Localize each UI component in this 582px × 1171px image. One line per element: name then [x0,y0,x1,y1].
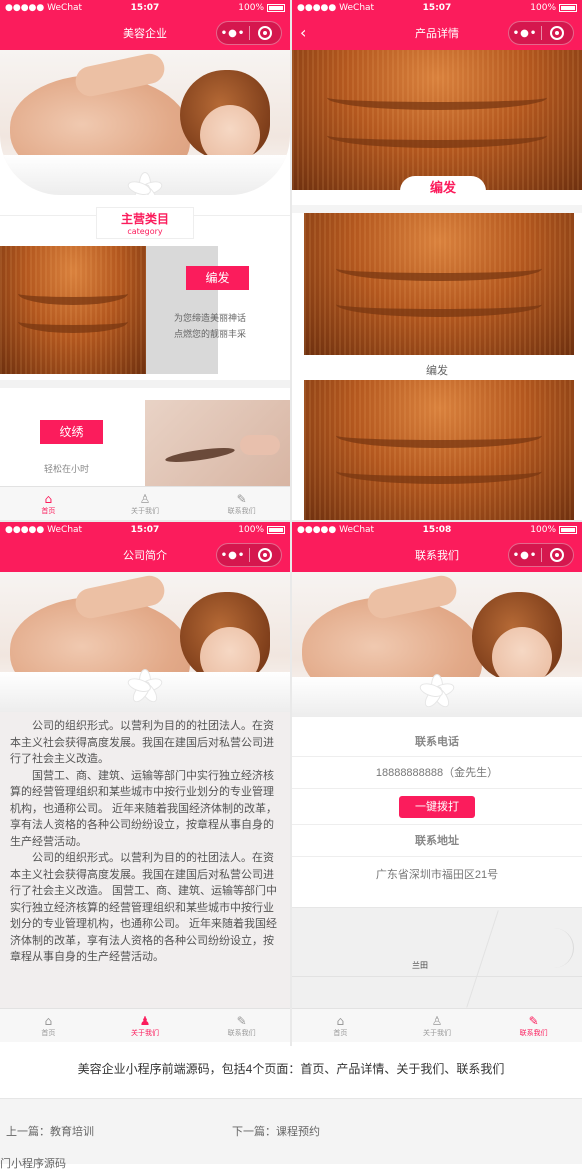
nav-bar: 联系我们 •●• [292,538,582,572]
page-title: 产品详情 [415,27,459,40]
about-paragraph: 国营工、商、建筑、运输等部门中实行独立经济核算的经营管理组织和某些城市中按行业划… [10,769,278,848]
tab-contact[interactable]: ✎ 联系我们 [193,1009,290,1042]
category-desc-line2: 点燃您的靓丽丰采 [174,329,247,339]
product-caption: 编发 [426,364,448,377]
more-icon[interactable]: •●• [509,550,541,561]
user-icon: ♙ [431,1013,443,1028]
about-paragraph: 公司的组织形式。以营利为目的的社团法人。在资本主义社会获得高度发展。我国在建国后… [10,720,274,765]
call-button[interactable]: 一键拨打 [399,795,475,818]
phone-heading: 联系电话 [292,727,582,757]
product-image[interactable] [304,213,574,355]
address-heading: 联系地址 [292,825,582,857]
about-body: 公司的组织形式。以营利为目的的社团法人。在资本主义社会获得高度发展。我国在建国后… [0,712,290,1008]
close-icon[interactable] [542,548,573,562]
tab-about[interactable]: ♟ 关于我们 [97,1009,194,1042]
battery-icon [267,4,285,12]
clock: 15:07 [130,3,160,13]
screen-contact: ●●●●● WeChat 15:08 100% 联系我们 •●• 联系电话 18… [292,522,582,1042]
category-label: 纹绣 [40,420,103,444]
close-icon[interactable] [542,26,573,40]
user-icon: ♙ [139,491,151,506]
tab-about[interactable]: ♙ 关于我们 [389,1009,486,1042]
more-icon[interactable]: •●• [217,550,249,561]
section-subtitle: category [127,227,163,236]
close-icon[interactable] [250,548,281,562]
clock: 15:07 [422,3,452,13]
more-icon[interactable]: •●• [217,28,249,39]
page-title: 联系我们 [415,549,459,562]
product-image[interactable] [304,380,574,520]
page-title: 美容企业 [123,27,167,40]
banner-image [0,50,290,195]
tab-home[interactable]: ⌂ 首页 [0,487,97,520]
section-heading: 主营类目 category [96,207,194,239]
category-card-braid[interactable]: 编发 为您缔造美丽神话 点燃您的靓丽丰采 [0,246,290,374]
home-icon: ⌂ [44,1013,53,1028]
banner-image [0,572,290,712]
back-icon[interactable]: ‹ [300,24,318,42]
status-bar: ●●●●● WeChat 15:07 100% [0,0,290,16]
category-desc-line1: 为您缔造美丽神话 [174,313,247,323]
battery-icon [559,4,577,12]
address-value: 广东省深圳市福田区21号 [375,869,499,881]
tab-bar: ⌂ 首页 ♟ 关于我们 ✎ 联系我们 [0,1008,290,1042]
nav-bar: ‹ 产品详情 •●• [292,16,582,50]
next-post-link[interactable]: 下一篇：课程预约 [232,1123,320,1139]
clock: 15:08 [422,525,452,535]
post-navigation: 上一篇：教育培训 下一篇：课程预约 门小程序源码 [0,1098,582,1170]
mini-program-capsule: •●• [508,21,574,45]
map-view[interactable]: 兰田 [292,907,582,1009]
close-icon[interactable] [250,26,281,40]
braid-image [0,246,146,374]
category-label: 编发 [186,266,249,290]
tab-home[interactable]: ⌂ 首页 [292,1009,389,1042]
tab-bar: ⌂ 首页 ♙ 关于我们 ✎ 联系我们 [292,1008,582,1042]
map-place-label: 兰田 [412,961,428,970]
tab-bar: ⌂ 首页 ♙ 关于我们 ✎ 联系我们 [0,486,290,520]
tab-about[interactable]: ♙ 关于我们 [97,487,194,520]
edit-icon: ✎ [236,1013,247,1028]
status-bar: ●●●●● WeChat 15:08 100% [292,522,582,538]
edit-icon: ✎ [528,1013,539,1028]
battery-icon [267,526,285,534]
page-caption: 美容企业小程序前端源码，包括4个页面：首页、产品详情、关于我们、联系我们 [0,1046,582,1100]
tab-contact[interactable]: ✎ 联系我们 [193,487,290,520]
tab-contact[interactable]: ✎ 联系我们 [485,1009,582,1042]
tab-home[interactable]: ⌂ 首页 [0,1009,97,1042]
mini-program-capsule: •●• [216,21,282,45]
more-icon[interactable]: •●• [509,28,541,39]
hero-badge: 编发 [400,176,486,206]
screen-home: ●●●●● WeChat 15:07 100% 美容企业 •●• 主营类目 ca… [0,0,290,520]
screen-product-detail: ●●●●● WeChat 15:07 100% ‹ 产品详情 •●• 编发 编发 [292,0,582,520]
about-paragraph: 公司的组织形式。以营利为目的的社团法人。在资本主义社会获得高度发展。我国在建国后… [10,852,278,963]
clock: 15:07 [130,525,160,535]
phone-number: 18888888888（金先生） [292,757,582,789]
footer-category-label: 门小程序源码 [0,1158,66,1170]
status-bar: ●●●●● WeChat 15:07 100% [292,0,582,16]
prev-post-link[interactable]: 上一篇：教育培训 [6,1123,94,1139]
home-icon: ⌂ [44,491,53,506]
mini-program-capsule: •●• [216,543,282,567]
screen-about: ●●●●● WeChat 15:07 100% 公司简介 •●• 公司的组织形式… [0,522,290,1042]
section-title: 主营类目 [120,212,169,226]
mini-program-capsule: •●• [508,543,574,567]
banner-image [292,572,582,717]
category-card-embroidery[interactable]: 纹绣 轻松在小时 [0,400,290,490]
embroidery-image [145,400,290,490]
status-bar: ●●●●● WeChat 15:07 100% [0,522,290,538]
edit-icon: ✎ [236,491,247,506]
battery-icon [559,526,577,534]
category-desc-line1: 轻松在小时 [44,464,90,474]
home-icon: ⌂ [336,1013,345,1028]
user-icon: ♟ [139,1013,151,1028]
product-hero-image [292,50,582,190]
nav-bar: 美容企业 •●• [0,16,290,50]
nav-bar: 公司简介 •●• [0,538,290,572]
page-title: 公司简介 [123,549,167,562]
